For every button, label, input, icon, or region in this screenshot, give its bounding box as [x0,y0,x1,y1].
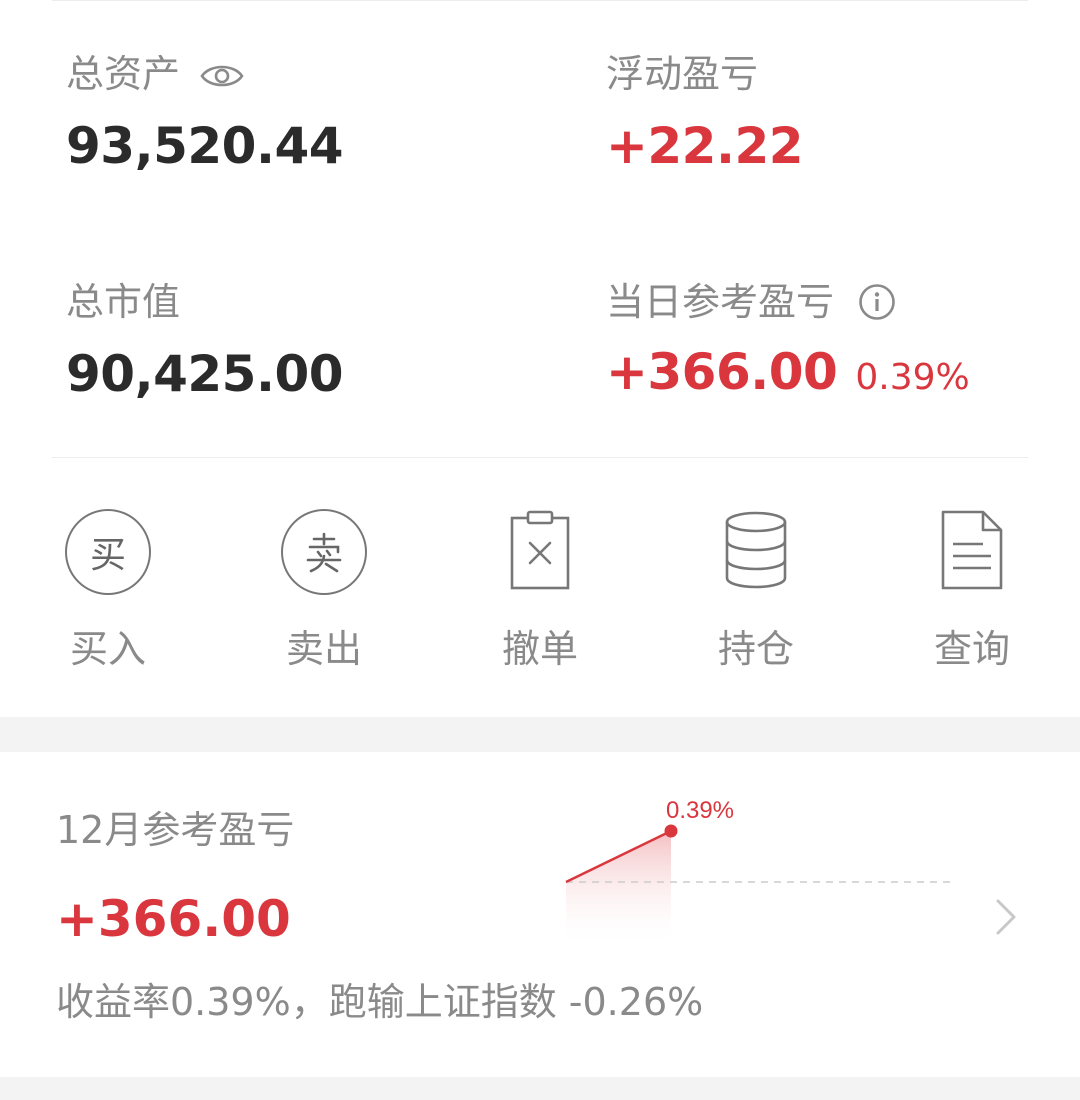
total-assets-block: 总资产 93,520.44 [66,55,344,175]
market-value-value: 90,425.00 [66,345,344,403]
buy-label: 买入 [69,627,146,671]
monthly-mini-chart: 0.39% [565,797,952,942]
daily-pnl-block: 当日参考盈亏 +366.00 0.39% [606,283,970,397]
sell-label: 卖出 [285,627,362,671]
floating-pnl-block: 浮动盈亏 +22.22 [606,52,804,175]
positions-button[interactable]: 持仓 [686,506,826,668]
total-assets-label: 总资产 [66,52,181,96]
daily-pnl-label: 当日参考盈亏 [606,280,835,324]
query-label: 查询 [933,627,1010,671]
chart-point-label: 0.39% [666,797,734,824]
top-divider [52,0,1028,1]
total-assets-value: 93,520.44 [66,117,344,175]
eye-icon[interactable] [200,59,244,89]
cancel-order-icon [510,510,570,594]
monthly-pnl-value: +366.00 [56,890,291,948]
floating-pnl-value: +22.22 [606,117,804,175]
daily-pnl-percent: 0.39% [855,357,970,398]
chevron-right-icon[interactable] [990,895,1020,939]
chart-area-fill [566,831,671,942]
mid-divider [52,457,1028,458]
daily-pnl-values: +366.00 0.39% [606,347,970,397]
daily-pnl-label-row: 当日参考盈亏 [606,283,970,321]
query-button[interactable]: 查询 [902,506,1042,668]
section-gap [0,717,1080,752]
cancel-order-label: 撤单 [501,627,578,671]
bottom-band [0,1077,1080,1100]
positions-label: 持仓 [717,627,794,671]
positions-icon [724,510,788,594]
total-assets-label-row: 总资产 [66,55,343,93]
buy-icon: 买 [65,509,151,595]
buy-button[interactable]: 买 买入 [38,506,178,668]
market-value-label: 总市值 [66,280,181,324]
monthly-pnl-label: 12月参考盈亏 [56,808,295,852]
chart-point [664,824,678,838]
floating-pnl-label: 浮动盈亏 [606,52,759,96]
market-value-block: 总市值 90,425.00 [66,280,344,403]
info-icon[interactable] [858,283,896,321]
daily-pnl-value: +366.00 [606,343,838,401]
cancel-order-button[interactable]: 撤单 [470,506,610,668]
sell-button[interactable]: 卖出 [254,506,394,668]
query-document-icon [941,510,1003,594]
monthly-return-description: 收益率0.39%，跑输上证指数 -0.26% [56,980,704,1024]
sell-icon [281,509,367,595]
